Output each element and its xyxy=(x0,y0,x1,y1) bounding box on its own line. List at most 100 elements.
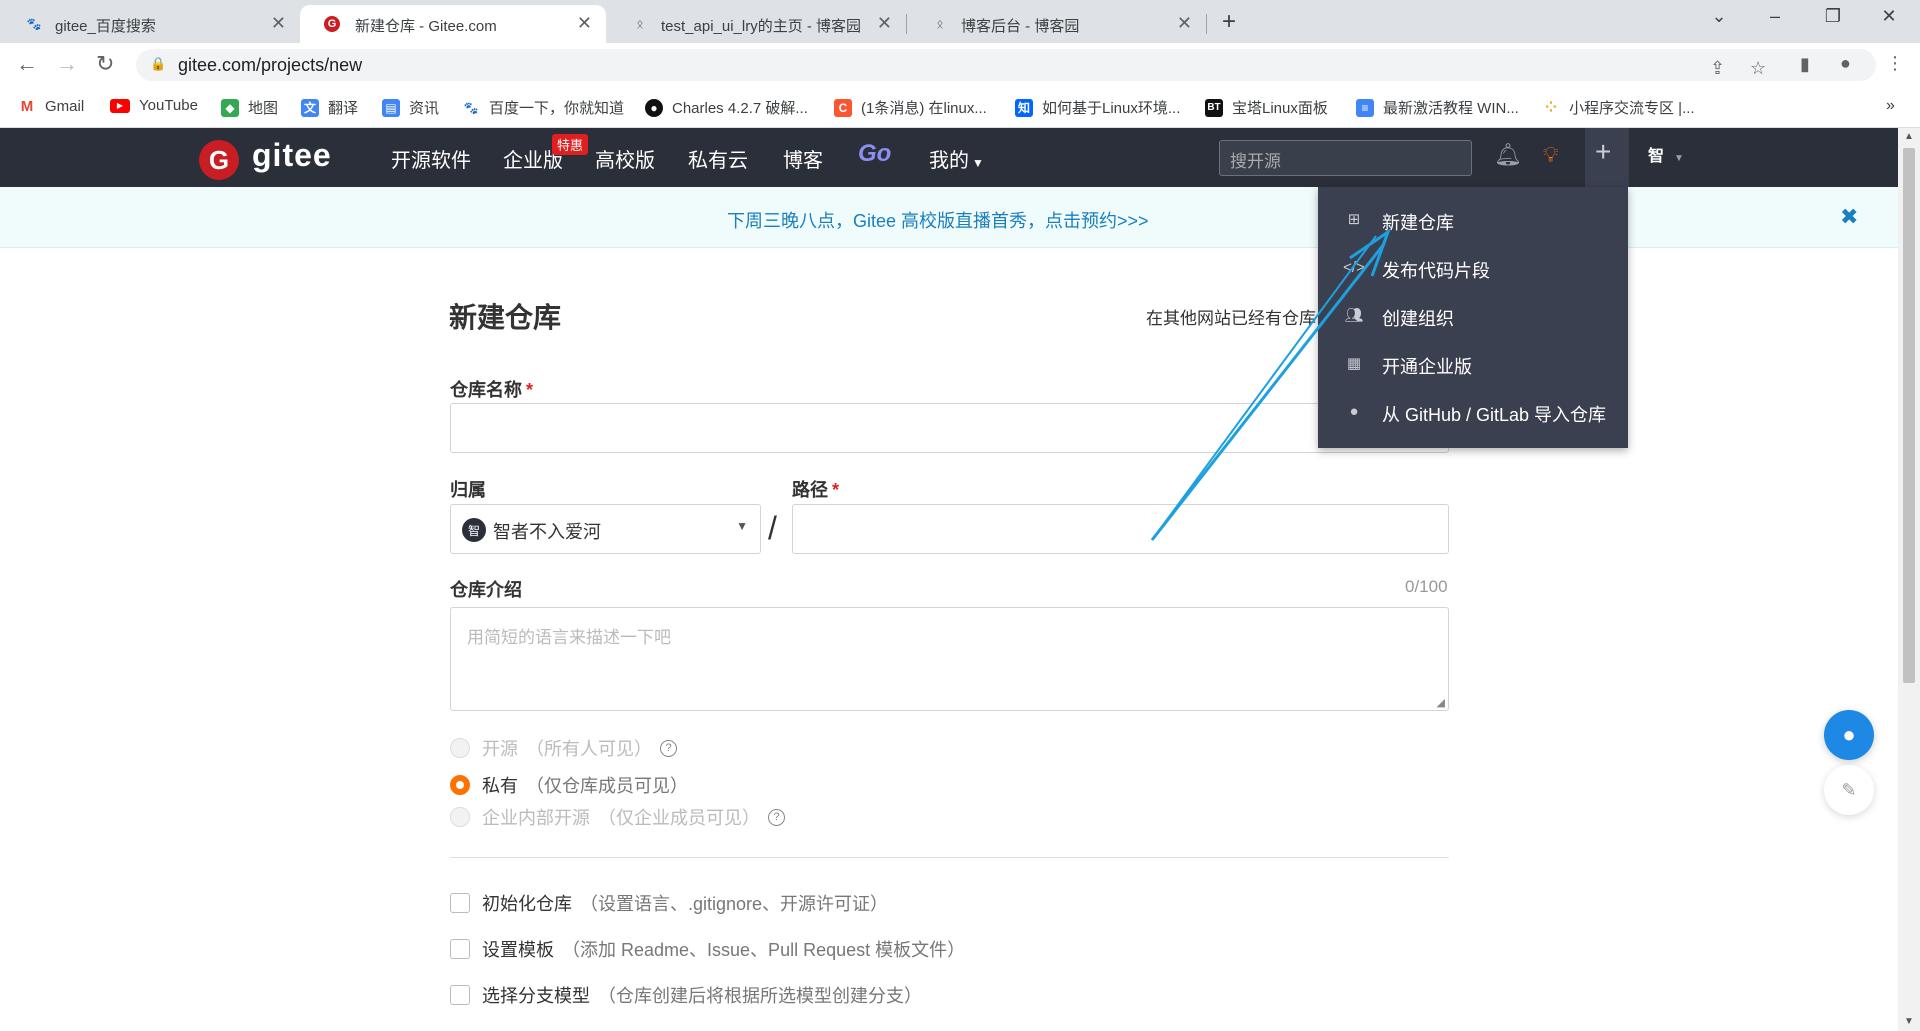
share-icon[interactable]: ⇪ xyxy=(1710,58,1725,79)
option-label: 企业内部开源 xyxy=(482,808,590,828)
close-icon[interactable]: ✕ xyxy=(577,13,592,34)
url-text[interactable]: gitee.com/projects/new xyxy=(178,55,362,76)
checkbox[interactable] xyxy=(450,939,470,959)
option-branch-model[interactable]: 选择分支模型 （仓库创建后将根据所选模型创建分支） xyxy=(450,982,922,1008)
tab-search-chevron-icon[interactable]: ⌄ xyxy=(1696,6,1742,27)
caret-down-icon: ▼ xyxy=(972,156,984,170)
close-icon[interactable]: ✕ xyxy=(271,13,286,34)
minimize-icon[interactable]: – xyxy=(1752,6,1798,27)
option-label: 选择分支模型 xyxy=(482,986,590,1006)
nav-private-cloud[interactable]: 私有云 xyxy=(688,144,748,173)
feedback-button[interactable]: ✎ xyxy=(1824,765,1874,815)
owner-select[interactable]: 智 智者不入爱河 ▼ xyxy=(450,504,761,554)
bookmark-item[interactable]: ● Charles 4.2.7 破解... xyxy=(645,97,808,118)
repo-name-input[interactable] xyxy=(450,403,1449,453)
visibility-option-public[interactable]: 开源 （所有人可见） ? xyxy=(450,735,677,761)
close-icon[interactable]: ✕ xyxy=(877,13,892,34)
bookmark-item[interactable]: M Gmail xyxy=(18,97,84,115)
textarea-placeholder: 用简短的语言来描述一下吧 xyxy=(467,628,671,647)
import-hint-text: 在其他网站已经有仓库 xyxy=(1146,309,1316,328)
bookmark-item[interactable]: ◆ 地图 xyxy=(221,97,278,118)
search-input[interactable]: 搜开源 xyxy=(1219,140,1472,176)
nav-open-source[interactable]: 开源软件 xyxy=(391,144,471,173)
window-close-icon[interactable]: ✕ xyxy=(1866,6,1912,27)
bookmark-label: 如何基于Linux环境... xyxy=(1042,100,1181,117)
help-icon[interactable]: ? xyxy=(768,808,785,826)
back-arrow-icon[interactable]: ← xyxy=(16,51,38,77)
option-label: 设置模板 xyxy=(482,940,554,960)
nav-education[interactable]: 高校版 xyxy=(595,144,655,173)
browser-tab[interactable]: ᛟ test_api_ui_lry的主页 - 博客园 ✕ xyxy=(606,5,906,43)
radio-button[interactable] xyxy=(450,807,470,827)
path-input[interactable] xyxy=(792,504,1449,554)
browser-tab-active[interactable]: G 新建仓库 - Gitee.com ✕ xyxy=(300,5,606,43)
gitee-logo-icon[interactable]: G xyxy=(199,140,239,180)
nav-go[interactable]: Go xyxy=(858,140,891,168)
browser-tab[interactable]: ᛟ 博客后台 - 博客园 ✕ xyxy=(906,5,1206,43)
close-icon[interactable]: ✕ xyxy=(1177,13,1192,34)
radio-button-selected[interactable] xyxy=(450,775,470,795)
menu-item-new-org[interactable]: 👥︎ 创建组织 xyxy=(1318,292,1628,340)
bookmark-item[interactable]: ▤ 资讯 xyxy=(382,97,439,118)
bookmark-item[interactable]: 🐾 百度一下，你就知道 xyxy=(462,97,625,118)
bookmark-item[interactable]: 知如何基于Linux环境... xyxy=(1015,97,1180,118)
chat-assistant-button[interactable]: ● xyxy=(1824,710,1874,760)
bookmark-item[interactable]: 文翻译 xyxy=(301,97,358,118)
option-init-repo[interactable]: 初始化仓库 （设置语言、.gitignore、开源许可证） xyxy=(450,890,888,916)
bookmark-star-icon[interactable]: ☆ xyxy=(1750,58,1766,79)
scroll-up-icon[interactable]: ▲ xyxy=(1904,131,1914,142)
menu-item-new-repo[interactable]: ⊞ 新建仓库 xyxy=(1318,196,1628,244)
option-label: 开源 xyxy=(482,739,518,759)
checkbox[interactable] xyxy=(450,985,470,1005)
page-scrollbar[interactable]: ▲ ▼ xyxy=(1898,128,1920,1031)
label-text: 路径 xyxy=(792,480,828,500)
bookmark-item[interactable]: C (1条消息) 在linux... xyxy=(834,97,987,118)
nav-blog[interactable]: 博客 xyxy=(783,144,823,173)
announcement-link[interactable]: 下周三晚八点，Gitee 高校版直播首秀，点击预约>>> xyxy=(727,207,1149,233)
visibility-option-internal[interactable]: 企业内部开源 （仅企业成员可见） ? xyxy=(450,804,785,830)
avatar[interactable]: 智 ▼ xyxy=(1648,142,1684,166)
create-dropdown-menu: ⊞ 新建仓库 </> 发布代码片段 👥︎ 创建组织 ▦ 开通企业版 ● 从 Gi… xyxy=(1318,187,1628,448)
site-logo-text[interactable]: gitee xyxy=(252,137,332,174)
close-icon[interactable]: ✖ xyxy=(1840,204,1858,230)
tab-title: 博客后台 - 博客园 xyxy=(961,18,1080,35)
repo-name-label: 仓库名称 * xyxy=(450,376,533,402)
bookmarks-overflow-icon[interactable]: » xyxy=(1886,97,1895,115)
menu-item-new-snippet[interactable]: </> 发布代码片段 xyxy=(1318,244,1628,292)
tab-divider xyxy=(1206,14,1207,34)
scroll-thumb[interactable] xyxy=(1903,148,1915,683)
reload-icon[interactable]: ↻ xyxy=(96,51,114,77)
visibility-option-private[interactable]: 私有 （仅仓库成员可见） xyxy=(450,772,688,798)
bookmark-item[interactable]: ≡ 最新激活教程 WIN... xyxy=(1356,97,1519,118)
lightbulb-icon[interactable]: 💡︎ xyxy=(1543,142,1558,168)
menu-item-enterprise[interactable]: ▦ 开通企业版 xyxy=(1318,340,1628,388)
bell-icon[interactable]: 🔔︎ xyxy=(1494,142,1522,168)
side-panel-icon[interactable]: ▮ xyxy=(1800,54,1810,75)
option-label: 私有 xyxy=(482,776,518,796)
label-text: 仓库名称 xyxy=(450,380,522,400)
option-template[interactable]: 设置模板 （添加 Readme、Issue、Pull Request 模板文件） xyxy=(450,936,965,962)
radio-button[interactable] xyxy=(450,738,470,758)
resize-grip-icon[interactable]: ◢ xyxy=(1437,696,1445,709)
checkbox[interactable] xyxy=(450,893,470,913)
building-icon: ▦ xyxy=(1346,355,1362,372)
scroll-down-icon[interactable]: ▼ xyxy=(1904,1016,1914,1027)
help-icon[interactable]: ? xyxy=(660,739,677,757)
forward-arrow-icon[interactable]: → xyxy=(56,51,78,77)
create-plus-button[interactable]: + xyxy=(1585,128,1629,187)
caret-down-icon: ▼ xyxy=(1674,153,1684,164)
bookmark-item[interactable]: BT 宝塔Linux面板 xyxy=(1205,97,1328,118)
profile-icon[interactable]: ● xyxy=(1840,53,1851,74)
news-icon: ▤ xyxy=(382,98,400,117)
description-textarea[interactable]: 用简短的语言来描述一下吧 ◢ xyxy=(450,607,1449,711)
baidu-paw-icon: 🐾 xyxy=(463,100,479,115)
bookmark-item[interactable]: ⁘ 小程序交流专区 |... xyxy=(1542,97,1694,118)
browser-tab[interactable]: 🐾 gitee_百度搜索 ✕ xyxy=(0,5,300,43)
address-bar[interactable]: 🔒 gitee.com/projects/new ⇪ ☆ xyxy=(136,49,1876,81)
menu-item-import[interactable]: ● 从 GitHub / GitLab 导入仓库 xyxy=(1318,388,1628,436)
new-tab-plus-icon[interactable]: + xyxy=(1222,8,1236,36)
bookmark-item[interactable]: ▶ YouTube xyxy=(110,97,198,114)
nav-mine[interactable]: 我的 ▼ xyxy=(929,144,984,173)
kebab-menu-icon[interactable]: ⋮ xyxy=(1886,53,1904,74)
restore-icon[interactable]: ❐ xyxy=(1810,6,1856,27)
